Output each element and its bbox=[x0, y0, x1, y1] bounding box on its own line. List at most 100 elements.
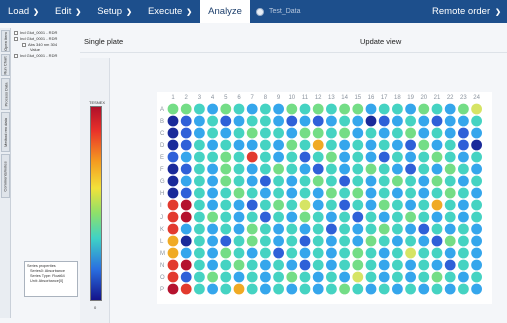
well-B3[interactable] bbox=[194, 115, 205, 127]
well-F11[interactable] bbox=[299, 163, 311, 175]
tree-item[interactable]: Ind Glut_0001 - RDR bbox=[14, 53, 57, 58]
well-O18[interactable] bbox=[392, 271, 403, 283]
well-C1[interactable] bbox=[167, 127, 179, 139]
well-O22[interactable] bbox=[444, 271, 456, 283]
well-M12[interactable] bbox=[312, 247, 324, 259]
well-E3[interactable] bbox=[194, 151, 205, 163]
well-B14[interactable] bbox=[339, 115, 350, 127]
well-M17[interactable] bbox=[378, 247, 390, 259]
well-C20[interactable] bbox=[418, 127, 430, 139]
well-C12[interactable] bbox=[312, 127, 324, 139]
well-O7[interactable] bbox=[246, 271, 258, 283]
well-N9[interactable] bbox=[273, 259, 284, 271]
well-D1[interactable] bbox=[167, 139, 179, 151]
well-I18[interactable] bbox=[392, 199, 403, 211]
well-H22[interactable] bbox=[444, 187, 456, 199]
well-G6[interactable] bbox=[233, 175, 245, 187]
expand-icon[interactable] bbox=[14, 30, 18, 35]
well-J15[interactable] bbox=[352, 211, 364, 223]
well-O15[interactable] bbox=[352, 271, 364, 283]
well-H2[interactable] bbox=[180, 187, 192, 199]
well-D8[interactable] bbox=[260, 139, 271, 151]
well-D22[interactable] bbox=[444, 139, 456, 151]
well-G23[interactable] bbox=[458, 175, 469, 187]
well-H3[interactable] bbox=[194, 187, 205, 199]
well-D12[interactable] bbox=[312, 139, 324, 151]
well-F3[interactable] bbox=[194, 163, 205, 175]
well-I16[interactable] bbox=[365, 199, 377, 211]
well-C18[interactable] bbox=[392, 127, 403, 139]
well-D4[interactable] bbox=[207, 139, 218, 151]
well-G9[interactable] bbox=[273, 175, 284, 187]
well-M21[interactable] bbox=[431, 247, 443, 259]
expand-icon[interactable] bbox=[14, 53, 18, 58]
well-A3[interactable] bbox=[194, 103, 205, 115]
well-I15[interactable] bbox=[352, 199, 364, 211]
well-N3[interactable] bbox=[194, 259, 205, 271]
well-I14[interactable] bbox=[339, 199, 350, 211]
well-D18[interactable] bbox=[392, 139, 403, 151]
well-C3[interactable] bbox=[194, 127, 205, 139]
well-E19[interactable] bbox=[405, 151, 416, 163]
well-E11[interactable] bbox=[299, 151, 311, 163]
well-P14[interactable] bbox=[339, 283, 350, 295]
well-N24[interactable] bbox=[471, 259, 482, 271]
well-O23[interactable] bbox=[458, 271, 469, 283]
well-C17[interactable] bbox=[378, 127, 390, 139]
well-M10[interactable] bbox=[286, 247, 298, 259]
well-O16[interactable] bbox=[365, 271, 377, 283]
well-J18[interactable] bbox=[392, 211, 403, 223]
well-K21[interactable] bbox=[431, 223, 443, 235]
well-F2[interactable] bbox=[180, 163, 192, 175]
well-F6[interactable] bbox=[233, 163, 245, 175]
well-A24[interactable] bbox=[471, 103, 482, 115]
well-H8[interactable] bbox=[260, 187, 271, 199]
well-D7[interactable] bbox=[246, 139, 258, 151]
well-I20[interactable] bbox=[418, 199, 430, 211]
well-E23[interactable] bbox=[458, 151, 469, 163]
well-L17[interactable] bbox=[378, 235, 390, 247]
update-view-button[interactable]: Update view bbox=[360, 37, 401, 46]
well-J14[interactable] bbox=[339, 211, 350, 223]
well-L5[interactable] bbox=[220, 235, 232, 247]
well-H23[interactable] bbox=[458, 187, 469, 199]
well-F23[interactable] bbox=[458, 163, 469, 175]
well-N16[interactable] bbox=[365, 259, 377, 271]
tree-item[interactable]: Ind Glut_0001 - RDR bbox=[14, 30, 57, 35]
well-A21[interactable] bbox=[431, 103, 443, 115]
well-C14[interactable] bbox=[339, 127, 350, 139]
well-D11[interactable] bbox=[299, 139, 311, 151]
well-L16[interactable] bbox=[365, 235, 377, 247]
well-K18[interactable] bbox=[392, 223, 403, 235]
well-C13[interactable] bbox=[326, 127, 337, 139]
side-tab-process-data[interactable]: Process Data bbox=[1, 78, 10, 110]
well-A17[interactable] bbox=[378, 103, 390, 115]
well-F4[interactable] bbox=[207, 163, 218, 175]
well-G5[interactable] bbox=[220, 175, 232, 187]
well-P18[interactable] bbox=[392, 283, 403, 295]
well-E9[interactable] bbox=[273, 151, 284, 163]
well-B2[interactable] bbox=[180, 115, 192, 127]
well-A12[interactable] bbox=[312, 103, 324, 115]
well-K22[interactable] bbox=[444, 223, 456, 235]
well-C11[interactable] bbox=[299, 127, 311, 139]
well-G20[interactable] bbox=[418, 175, 430, 187]
well-I2[interactable] bbox=[180, 199, 192, 211]
well-P13[interactable] bbox=[326, 283, 337, 295]
well-L18[interactable] bbox=[392, 235, 403, 247]
well-P15[interactable] bbox=[352, 283, 364, 295]
well-O21[interactable] bbox=[431, 271, 443, 283]
well-J7[interactable] bbox=[246, 211, 258, 223]
well-H4[interactable] bbox=[207, 187, 218, 199]
well-B20[interactable] bbox=[418, 115, 430, 127]
well-I24[interactable] bbox=[471, 199, 482, 211]
well-M22[interactable] bbox=[444, 247, 456, 259]
well-P21[interactable] bbox=[431, 283, 443, 295]
well-H14[interactable] bbox=[339, 187, 350, 199]
well-N1[interactable] bbox=[167, 259, 179, 271]
well-M23[interactable] bbox=[458, 247, 469, 259]
well-L12[interactable] bbox=[312, 235, 324, 247]
well-I12[interactable] bbox=[312, 199, 324, 211]
well-M20[interactable] bbox=[418, 247, 430, 259]
well-G12[interactable] bbox=[312, 175, 324, 187]
